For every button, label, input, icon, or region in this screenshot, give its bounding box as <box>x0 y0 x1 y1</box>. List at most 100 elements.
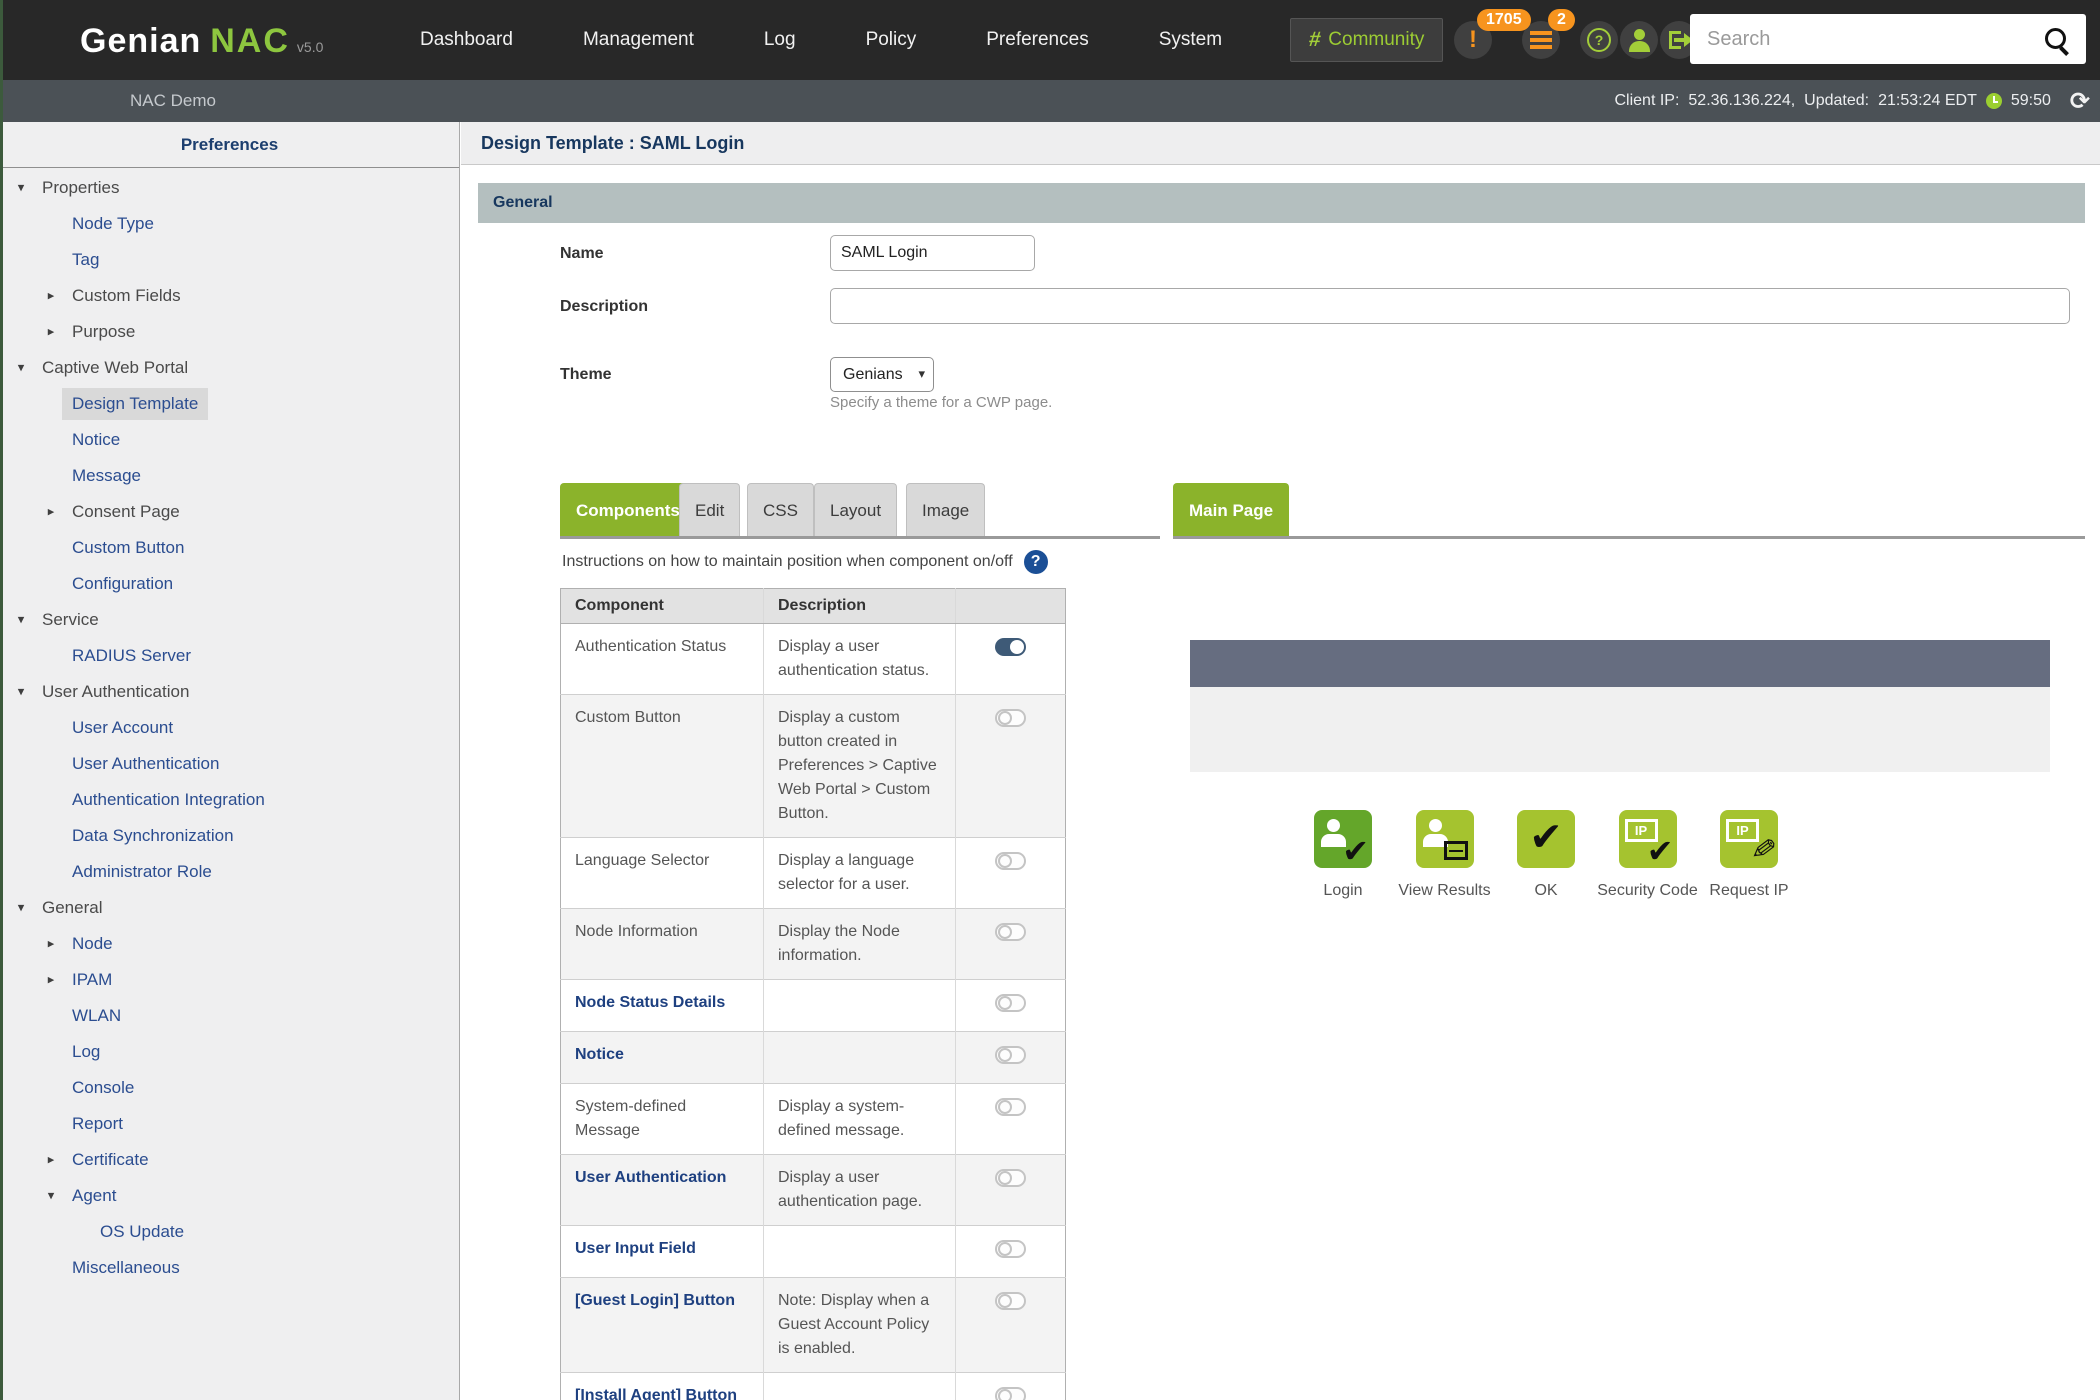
toggle-system-defined-message[interactable] <box>995 1098 1026 1116</box>
sidebar-item-ipam[interactable]: ▸IPAM <box>0 962 459 998</box>
session-clock-icon <box>1986 93 2002 109</box>
nav-menu-dashboard[interactable]: Dashboard <box>420 29 513 51</box>
toggle-node-status-details[interactable] <box>995 994 1026 1012</box>
nav-menu-management[interactable]: Management <box>583 29 694 51</box>
nav-menu-policy[interactable]: Policy <box>866 29 917 51</box>
component-name[interactable]: [Install Agent] Button <box>575 1387 737 1400</box>
component-name[interactable]: User Input Field <box>575 1240 696 1257</box>
column-header-toggle <box>956 589 1066 624</box>
collapse-arrow-icon[interactable]: ▾ <box>14 181 28 196</box>
sidebar-item-custom-button[interactable]: Custom Button <box>0 530 459 566</box>
sidebar-item-custom-fields[interactable]: ▸Custom Fields <box>0 278 459 314</box>
tab-image[interactable]: Image <box>906 483 985 537</box>
tab-edit[interactable]: Edit <box>679 483 740 537</box>
sidebar-item-user-account[interactable]: User Account <box>0 710 459 746</box>
check-icon[interactable]: ✔ <box>1517 810 1575 868</box>
user-form-icon[interactable] <box>1416 810 1474 868</box>
sidebar-item-authentication-integration[interactable]: Authentication Integration <box>0 782 459 818</box>
sidebar-item-wlan[interactable]: WLAN <box>0 998 459 1034</box>
sidebar-item-agent[interactable]: ▾Agent <box>0 1178 459 1214</box>
toggle-knob <box>998 925 1012 939</box>
sidebar-item-console[interactable]: Console <box>0 1070 459 1106</box>
sidebar-item-data-synchronization[interactable]: Data Synchronization <box>0 818 459 854</box>
toggle-knob <box>998 711 1012 725</box>
toggle-notice[interactable] <box>995 1046 1026 1064</box>
component-name[interactable]: User Authentication <box>575 1169 726 1186</box>
description-field[interactable] <box>830 288 2070 324</box>
toggle-user-input-field[interactable] <box>995 1240 1026 1258</box>
component-name[interactable]: Node Status Details <box>575 994 725 1011</box>
ip-edit-icon[interactable]: IP✎ <box>1720 810 1778 868</box>
sidebar-item-node[interactable]: ▸ Node <box>0 926 459 962</box>
toggle-install-agent-button[interactable] <box>995 1387 1026 1400</box>
component-toggle-cell <box>956 1278 1066 1373</box>
tab-css[interactable]: CSS <box>747 483 814 537</box>
component-name[interactable]: Notice <box>575 1046 624 1063</box>
sidebar-item-label: Node <box>72 934 113 954</box>
sidebar-item-design-template[interactable]: Design Template <box>0 386 459 422</box>
collapse-arrow-icon[interactable]: ▾ <box>14 901 28 916</box>
sidebar-item-user-authentication[interactable]: User Authentication <box>0 746 459 782</box>
theme-select[interactable]: Genians ▾ <box>830 357 934 392</box>
component-toggle-cell <box>956 1155 1066 1226</box>
tab-layout[interactable]: Layout <box>814 483 897 537</box>
sidebar-item-notice[interactable]: Notice <box>0 422 459 458</box>
expand-arrow-icon[interactable]: ▸ <box>44 1153 58 1168</box>
sidebar-item-properties[interactable]: ▾Properties <box>0 170 459 206</box>
sidebar-item-general[interactable]: ▾General <box>0 890 459 926</box>
toggle-custom-button[interactable] <box>995 709 1026 727</box>
name-field[interactable] <box>830 235 1035 271</box>
ip-check-icon[interactable]: IP✔ <box>1619 810 1677 868</box>
help-button[interactable]: ? <box>1580 21 1618 59</box>
alert-count-badge[interactable]: 1705 <box>1477 9 1531 31</box>
app-logo[interactable]: Genian NAC v5.0 <box>80 0 323 80</box>
toggle-authentication-status[interactable] <box>995 638 1026 656</box>
expand-arrow-icon[interactable]: ▸ <box>44 325 58 340</box>
sidebar-item-service[interactable]: ▾Service <box>0 602 459 638</box>
toggle-language-selector[interactable] <box>995 852 1026 870</box>
sidebar-item-log[interactable]: Log <box>0 1034 459 1070</box>
sidebar-item-radius-server[interactable]: RADIUS Server <box>0 638 459 674</box>
nav-menu-preferences[interactable]: Preferences <box>986 29 1088 51</box>
task-count-badge[interactable]: 2 <box>1548 9 1575 31</box>
component-name[interactable]: [Guest Login] Button <box>575 1292 735 1309</box>
sidebar-item-captive-web-portal[interactable]: ▾Captive Web Portal <box>0 350 459 386</box>
sidebar-item-tag[interactable]: Tag <box>0 242 459 278</box>
help-question-icon[interactable]: ? <box>1024 550 1048 574</box>
sidebar-item-report[interactable]: Report <box>0 1106 459 1142</box>
sidebar-item-consent-page[interactable]: ▸Consent Page <box>0 494 459 530</box>
collapse-arrow-icon[interactable]: ▾ <box>14 361 28 376</box>
toggle-node-information[interactable] <box>995 923 1026 941</box>
component-name: System-defined Message <box>575 1098 686 1139</box>
toggle-user-authentication[interactable] <box>995 1169 1026 1187</box>
collapse-arrow-icon[interactable]: ▾ <box>44 1189 58 1204</box>
expand-arrow-icon[interactable]: ▸ <box>44 289 58 304</box>
expand-arrow-icon[interactable]: ▸ <box>44 505 58 520</box>
sidebar-item-os-update[interactable]: OS Update <box>0 1214 459 1250</box>
sidebar-item-administrator-role[interactable]: Administrator Role <box>0 854 459 890</box>
sidebar-item-node-type[interactable]: Node Type <box>0 206 459 242</box>
sidebar-item-purpose[interactable]: ▸Purpose <box>0 314 459 350</box>
expand-arrow-icon[interactable]: ▸ <box>44 973 58 988</box>
sidebar-item-user-authentication[interactable]: ▾User Authentication <box>0 674 459 710</box>
account-button[interactable] <box>1620 21 1658 59</box>
toggle-guest-login-button[interactable] <box>995 1292 1026 1310</box>
sidebar-item-label: Notice <box>72 430 120 450</box>
community-button[interactable]: # Community <box>1290 18 1443 62</box>
user-check-icon[interactable]: ✔ <box>1314 810 1372 868</box>
sidebar-item-label: Custom Button <box>72 538 184 558</box>
refresh-icon[interactable]: ⟳ <box>2070 87 2090 115</box>
nav-menu-system[interactable]: System <box>1159 29 1222 51</box>
tab-main-page[interactable]: Main Page <box>1173 483 1289 537</box>
search-input[interactable] <box>1690 14 2037 64</box>
collapse-arrow-icon[interactable]: ▾ <box>14 685 28 700</box>
sidebar-item-miscellaneous[interactable]: Miscellaneous <box>0 1250 459 1286</box>
expand-arrow-icon[interactable]: ▸ <box>44 937 58 952</box>
sidebar-item-configuration[interactable]: Configuration <box>0 566 459 602</box>
sidebar-item-certificate[interactable]: ▸Certificate <box>0 1142 459 1178</box>
collapse-arrow-icon[interactable]: ▾ <box>14 613 28 628</box>
nav-menu-log[interactable]: Log <box>764 29 796 51</box>
search-icon[interactable] <box>2045 28 2066 49</box>
tab-components[interactable]: Components <box>560 483 696 537</box>
sidebar-item-message[interactable]: Message <box>0 458 459 494</box>
